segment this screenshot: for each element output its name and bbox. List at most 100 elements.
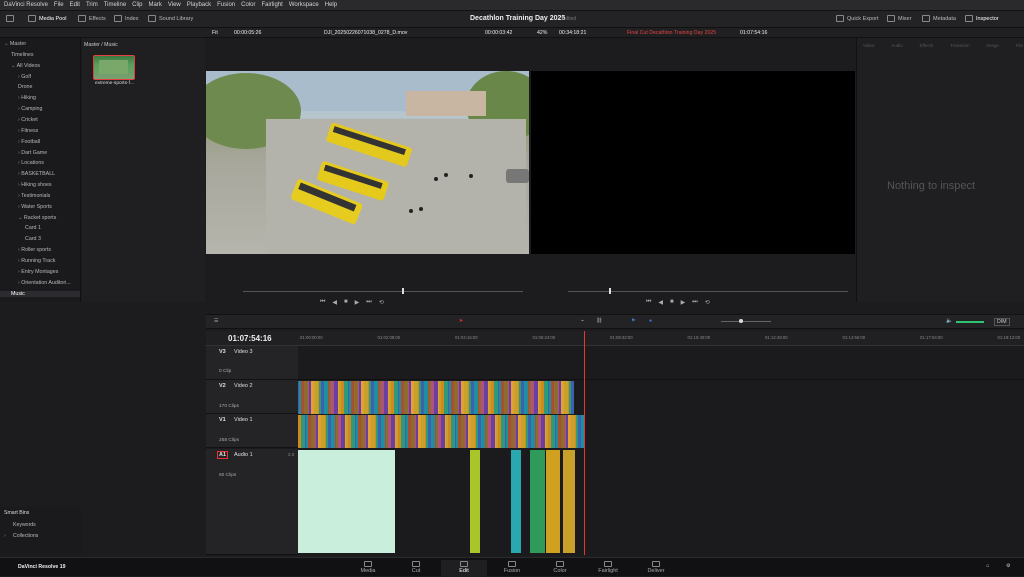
stop-icon[interactable]: ■ xyxy=(670,299,674,311)
bin-item[interactable]: › Golf xyxy=(0,74,31,80)
go-start-icon[interactable]: ⏮ xyxy=(646,299,651,311)
bin-item[interactable]: › Cricket xyxy=(0,117,38,123)
source-fit[interactable]: Fit xyxy=(212,30,218,36)
loop-icon[interactable]: ⟲ xyxy=(705,299,710,311)
stop-icon[interactable]: ■ xyxy=(344,299,348,311)
inspector-button[interactable]: Inspector xyxy=(965,15,999,22)
bin-item[interactable]: › Locations xyxy=(0,160,44,166)
audio-clip[interactable] xyxy=(470,450,480,553)
bin-item[interactable]: Card 3 xyxy=(0,236,41,242)
play-icon[interactable]: ▶ xyxy=(355,299,360,311)
flag-icon[interactable]: ⚑ xyxy=(631,318,636,324)
page-tab-media[interactable]: Media xyxy=(345,560,391,577)
bin-item[interactable]: › Football xyxy=(0,139,40,145)
smart-bin-collections[interactable]: Collections xyxy=(13,533,38,539)
menu-item-edit[interactable]: Edit xyxy=(70,2,80,8)
effects-button[interactable]: Effects xyxy=(78,15,106,22)
audio-clip[interactable] xyxy=(511,450,521,553)
mixer-button[interactable]: Mixer xyxy=(887,15,911,22)
page-tab-fairlight[interactable]: Fairlight xyxy=(585,560,631,577)
bin-item[interactable]: › Orientation Auditori... xyxy=(0,280,71,286)
bin-item[interactable]: ⌄ Master xyxy=(0,41,26,47)
audio-clip[interactable] xyxy=(530,450,545,553)
play-reverse-icon[interactable]: ◀ xyxy=(658,299,663,311)
menu-item-clip[interactable]: Clip xyxy=(132,2,142,8)
timeline-clip[interactable] xyxy=(571,381,574,414)
source-scrubber[interactable] xyxy=(243,291,523,292)
index-button[interactable]: Index xyxy=(114,15,138,22)
chevron-right-icon[interactable]: › xyxy=(4,533,6,539)
settings-icon[interactable]: ⚙ xyxy=(1006,563,1011,569)
menu-item-mark[interactable]: Mark xyxy=(149,2,162,8)
sound-library-button[interactable]: Sound Library xyxy=(148,15,193,22)
timeline-viewer[interactable] xyxy=(531,71,855,254)
bin-item[interactable]: › Testimonials xyxy=(0,193,50,199)
clip-thumbnail[interactable] xyxy=(93,55,135,80)
timeline-playhead[interactable] xyxy=(584,331,585,555)
zoom-slider-knob[interactable] xyxy=(739,319,743,323)
bin-item[interactable]: › Dart Game xyxy=(0,150,47,156)
menu-item-file[interactable]: File xyxy=(54,2,64,8)
bin-item[interactable]: Drone xyxy=(0,84,32,90)
go-end-icon[interactable]: ⏭ xyxy=(366,299,371,311)
track-lane-a1[interactable] xyxy=(298,450,588,553)
bin-item[interactable]: Music xyxy=(0,290,80,297)
bin-item[interactable]: › Water Sports xyxy=(0,204,52,210)
bin-item[interactable]: › Roller sports xyxy=(0,247,51,253)
track-lane-v2[interactable] xyxy=(298,381,588,414)
menu-item-fusion[interactable]: Fusion xyxy=(217,2,235,8)
page-tab-edit[interactable]: Edit xyxy=(441,560,487,577)
inspector-tab-audio[interactable]: Audio xyxy=(891,43,903,57)
menu-item-davinci-resolve[interactable]: DaVinci Resolve xyxy=(4,2,48,8)
play-reverse-icon[interactable]: ◀ xyxy=(332,299,337,311)
quick-export-button[interactable]: Quick Export xyxy=(836,15,878,22)
go-start-icon[interactable]: ⏮ xyxy=(320,299,325,311)
bin-item[interactable]: ⌄ All Videos xyxy=(0,63,40,69)
menu-item-trim[interactable]: Trim xyxy=(86,2,98,8)
bin-item[interactable]: › Hiking shoes xyxy=(0,182,52,188)
timeline-name[interactable]: Final Cut Decathlon Training Day 2025 xyxy=(627,30,716,36)
page-tab-fusion[interactable]: Fusion xyxy=(489,560,535,577)
timeline-ruler[interactable]: 01:00:00:00 01:02:08:00 01:04:16:00 01:06:2… xyxy=(298,331,1024,346)
menu-item-fairlight[interactable]: Fairlight xyxy=(261,2,282,8)
bin-item[interactable]: › Entry Montages xyxy=(0,269,58,275)
menu-item-playback[interactable]: Playback xyxy=(187,2,211,8)
inspector-tab-image[interactable]: Image xyxy=(986,43,999,57)
home-icon[interactable]: ⌂ xyxy=(986,563,989,569)
menu-item-timeline[interactable]: Timeline xyxy=(104,2,126,8)
bin-item[interactable]: Timelines xyxy=(0,52,33,58)
bin-item[interactable]: › Camping xyxy=(0,106,42,112)
bin-item[interactable]: › Running Track xyxy=(0,258,55,264)
menu-item-help[interactable]: Help xyxy=(325,2,337,8)
page-tab-deliver[interactable]: Deliver xyxy=(633,560,679,577)
bin-item[interactable]: ⌄ Racket sports xyxy=(0,215,56,221)
timeline-options-icon[interactable]: ☰ xyxy=(214,318,219,324)
speaker-icon[interactable]: 🔈 xyxy=(946,318,952,324)
bin-item[interactable]: › BASKETBALL xyxy=(0,171,55,177)
inspector-tab-effects[interactable]: Effects xyxy=(920,43,934,57)
track-lane-v3[interactable] xyxy=(298,346,1024,380)
volume-slider[interactable] xyxy=(956,321,984,323)
metadata-button[interactable]: Metadata xyxy=(922,15,956,22)
link-icon[interactable]: ⛓ xyxy=(596,318,603,324)
inspector-tab-video[interactable]: Video xyxy=(863,43,874,57)
zoom-slider[interactable] xyxy=(721,321,771,322)
track-lane-v1[interactable] xyxy=(298,415,588,448)
bin-item[interactable]: Card 1 xyxy=(0,225,41,231)
page-tab-color[interactable]: Color xyxy=(537,560,583,577)
audio-clip[interactable] xyxy=(563,450,575,553)
menu-item-view[interactable]: View xyxy=(168,2,181,8)
snapping-icon[interactable]: ⌁ xyxy=(581,318,584,324)
timeline-viewer-playhead[interactable] xyxy=(609,288,611,294)
source-viewer[interactable] xyxy=(191,71,546,254)
source-playhead[interactable] xyxy=(402,288,404,294)
dim-button[interactable]: DIM xyxy=(994,318,1010,326)
media-pool-button[interactable]: Media Pool xyxy=(28,15,67,22)
audio-clip[interactable] xyxy=(546,450,560,553)
audio-clip[interactable] xyxy=(298,450,395,553)
go-end-icon[interactable]: ⏭ xyxy=(692,299,697,311)
selection-tool-icon[interactable]: ➤ xyxy=(459,318,463,324)
bin-item[interactable]: › Hiking xyxy=(0,95,36,101)
menu-item-color[interactable]: Color xyxy=(241,2,255,8)
page-tab-cut[interactable]: Cut xyxy=(393,560,439,577)
